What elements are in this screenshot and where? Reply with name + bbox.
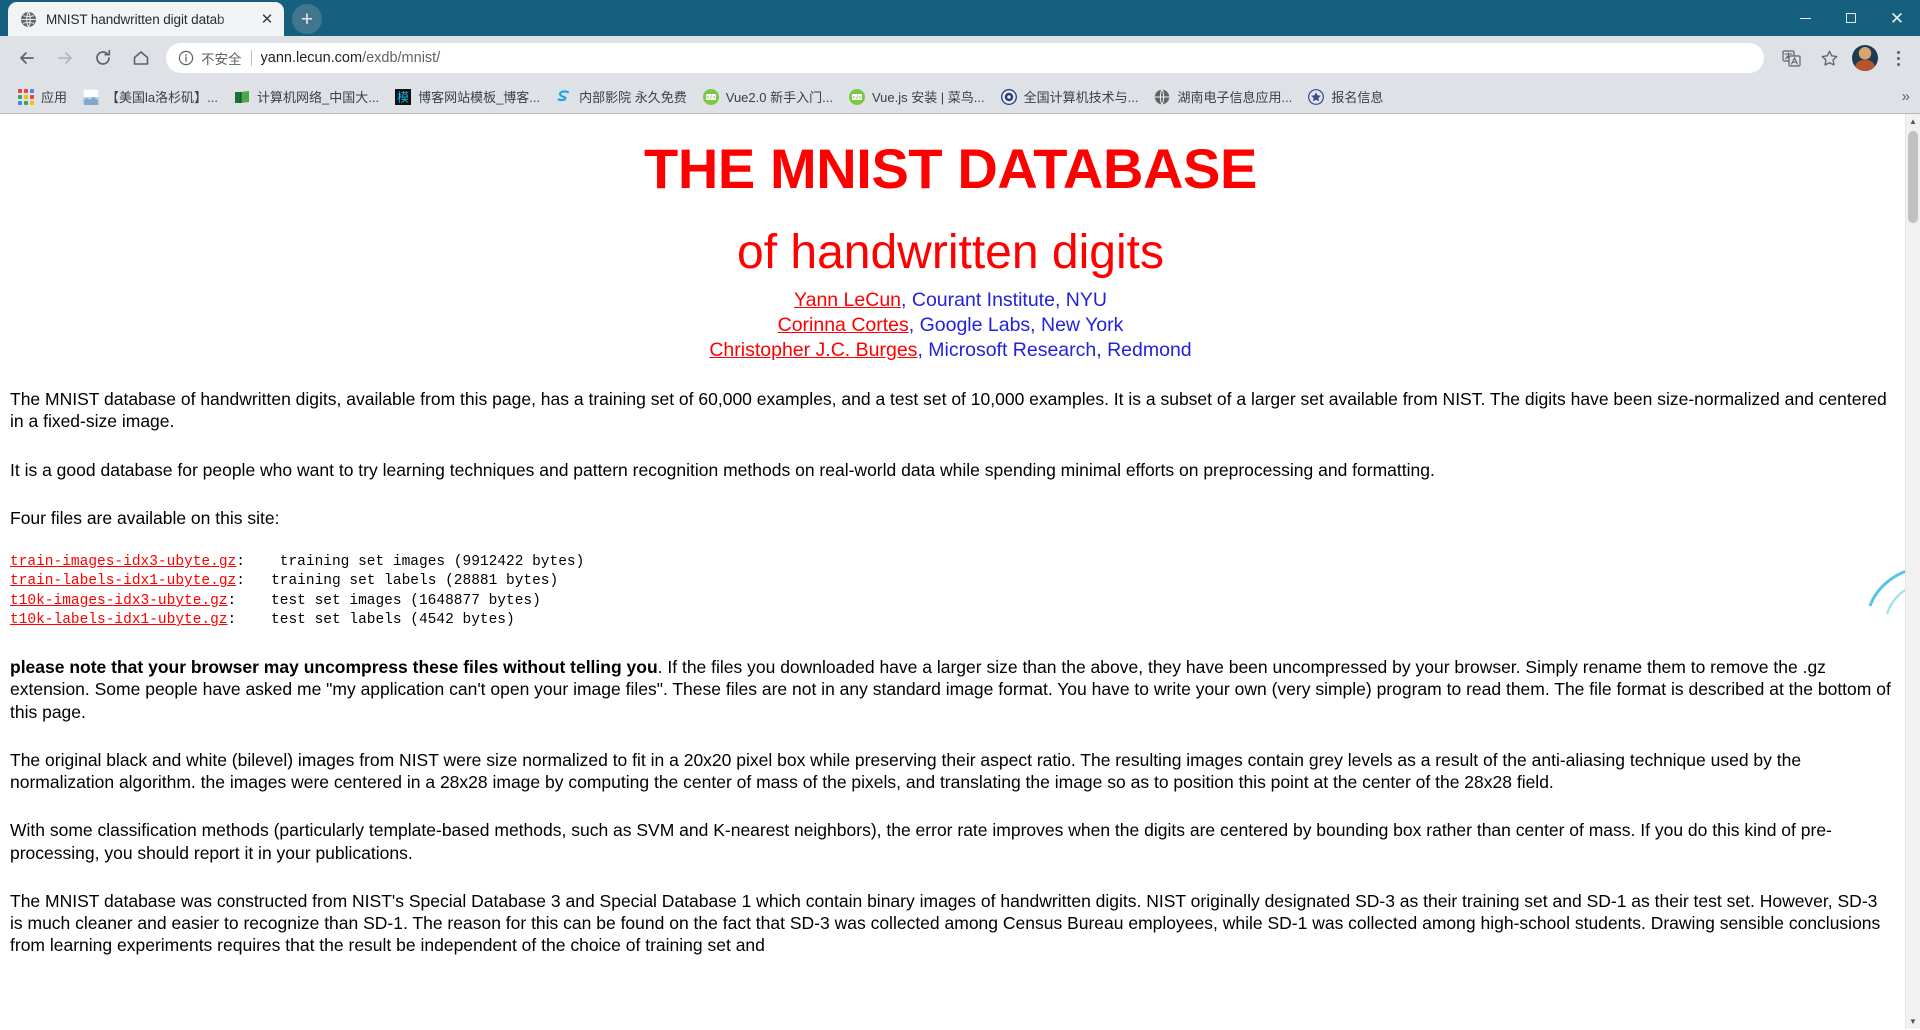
usage-paragraph: It is a good database for people who wan… [10,459,1435,480]
window-close-button[interactable]: ✕ [1874,0,1920,36]
chrome-menu-button[interactable] [1884,42,1912,74]
browser-title-bar: MNIST handwritten digit datab ✕ + ✕ [0,0,1920,36]
reload-button[interactable] [87,42,119,74]
intro-paragraph: The MNIST database of handwritten digits… [10,389,1887,432]
browser-tab[interactable]: MNIST handwritten digit datab ✕ [8,2,284,36]
page-title: THE MNIST DATABASE [644,137,1257,200]
page-viewport: THE MNIST DATABASE of handwritten digits… [0,114,1920,1029]
forward-button[interactable] [49,42,81,74]
book-icon [234,89,250,105]
author-link[interactable]: Corinna Cortes [778,314,909,336]
bookmark-item[interactable]: 模 博客网站模板_博客... [387,84,548,110]
file-desc: training set images (9912422 bytes) [279,554,585,571]
file-desc: training set labels (28881 bytes) [271,573,559,590]
translate-icon[interactable] [1775,42,1807,74]
bookmark-item[interactable]: </> Vue.js 安装 | 菜鸟... [841,84,993,110]
author-line: Corinna Cortes, Google Labs, New York [10,313,1891,338]
bookmark-label: 内部影院 永久免费 [579,90,687,105]
bookmark-item[interactable]: 计算机网络_中国大... [226,84,387,110]
emblem-icon [1308,88,1325,105]
window-maximize-button[interactable] [1828,0,1874,36]
construction-paragraph: The MNIST database was constructed from … [10,890,1881,956]
mo-icon: 模 [395,88,412,105]
url-text: yann.lecun.com/exdb/mnist/ [261,50,1755,66]
authors-block: Yann LeCun, Courant Institute, NYU Corin… [10,288,1891,362]
bookmark-label: 【美国la洛杉矶】... [106,90,218,105]
bookmark-item[interactable]: 湖南电子信息应用... [1146,84,1300,110]
bookmark-star-icon[interactable] [1813,42,1845,74]
globe-icon [20,11,37,28]
bookmark-label: 报名信息 [1331,90,1384,105]
window-controls: ✕ [1782,0,1920,36]
back-button[interactable] [11,42,43,74]
file-desc: test set labels (4542 bytes) [262,611,515,628]
bookmark-label: 湖南电子信息应用... [1177,90,1293,105]
photo-icon [82,88,100,105]
tab-title: MNIST handwritten digit datab [46,11,225,27]
bookmark-item[interactable]: 内部影院 永久免费 [548,84,695,110]
home-button[interactable] [125,42,157,74]
author-affiliation: , Courant Institute, NYU [901,289,1107,311]
author-link[interactable]: Christopher J.C. Burges [709,339,917,361]
code-icon: </> [702,88,719,105]
scrollbar-down-arrow[interactable]: ▼ [1906,1014,1920,1029]
classification-paragraph: With some classification methods (partic… [10,820,1832,863]
profile-avatar[interactable] [1852,45,1878,71]
svg-text:</>: </> [852,95,862,101]
file-link[interactable]: train-images-idx3-ubyte.gz [10,554,236,570]
toolbar-right-actions [1772,42,1912,74]
page-content: THE MNIST DATABASE of handwritten digits… [0,136,1905,956]
bookmark-label: 计算机网络_中国大... [256,90,380,105]
files-intro: Four files are available on this site: [10,507,280,528]
scrollbar-thumb[interactable] [1908,131,1918,223]
browser-note-paragraph: please note that your browser may uncomp… [10,656,1891,723]
author-affiliation: , Microsoft Research, Redmond [917,338,1192,361]
bookmark-apps[interactable]: 应用 [10,84,75,110]
seal-icon [1000,88,1017,105]
bookmark-item[interactable]: 报名信息 [1300,84,1391,110]
page-scrollbar[interactable]: ▲ ▼ [1905,114,1920,1029]
tab-close-icon[interactable]: ✕ [256,8,278,30]
globe-icon [1154,89,1170,105]
file-link[interactable]: t10k-images-idx3-ubyte.gz [10,593,228,609]
url-host: yann.lecun.com [260,50,363,66]
bookmark-item[interactable]: </> Vue2.0 新手入门... [695,84,841,110]
bookmark-item[interactable]: 【美国la洛杉矶】... [75,84,226,110]
normalization-paragraph: The original black and white (bilevel) i… [10,749,1802,793]
s-icon [556,89,572,105]
author-link[interactable]: Yann LeCun [794,289,901,311]
info-circle-icon[interactable] [178,50,194,66]
address-bar[interactable]: 不安全 yann.lecun.com/exdb/mnist/ [166,43,1764,73]
new-tab-button[interactable]: + [292,4,322,34]
bookmarks-bar: 应用 【美国la洛杉矶】... 计算机网络_中国大... 模 博客网站模板_博客… [0,80,1920,114]
code-icon: </> [848,88,865,105]
author-line: Yann LeCun, Courant Institute, NYU [10,288,1891,313]
file-list: train-images-idx3-ubyte.gz: training set… [10,554,585,628]
omnibox-divider [250,50,252,66]
author-line: Christopher J.C. Burges, Microsoft Resea… [10,338,1891,363]
bookmarks-overflow-button[interactable]: » [1902,88,1910,105]
browser-toolbar: 不安全 yann.lecun.com/exdb/mnist/ [0,36,1920,80]
bookmark-label: 博客网站模板_博客... [418,90,541,105]
apps-grid-icon [18,88,34,105]
file-link[interactable]: t10k-labels-idx1-ubyte.gz [10,612,228,628]
svg-text:</>: </> [706,95,716,101]
file-link[interactable]: train-labels-idx1-ubyte.gz [10,573,236,589]
browser-note-bold: please note that your browser may uncomp… [10,657,658,678]
file-desc: test set images (1648877 bytes) [262,592,541,609]
author-affiliation: , Google Labs, New York [908,313,1124,336]
window-minimize-button[interactable] [1782,0,1828,36]
bookmark-label: 全国计算机技术与... [1023,90,1139,105]
svg-text:模: 模 [397,90,409,104]
scrollbar-up-arrow[interactable]: ▲ [1906,114,1920,129]
page-subtitle: of handwritten digits [737,226,1164,279]
bookmark-label: Vue2.0 新手入门... [725,90,833,105]
security-status-label: 不安全 [201,52,242,67]
bookmark-label: Vue.js 安装 | 菜鸟... [871,90,985,105]
url-path: /exdb/mnist/ [362,50,441,66]
bookmark-apps-label: 应用 [41,90,68,105]
bookmark-item[interactable]: 全国计算机技术与... [993,84,1147,110]
